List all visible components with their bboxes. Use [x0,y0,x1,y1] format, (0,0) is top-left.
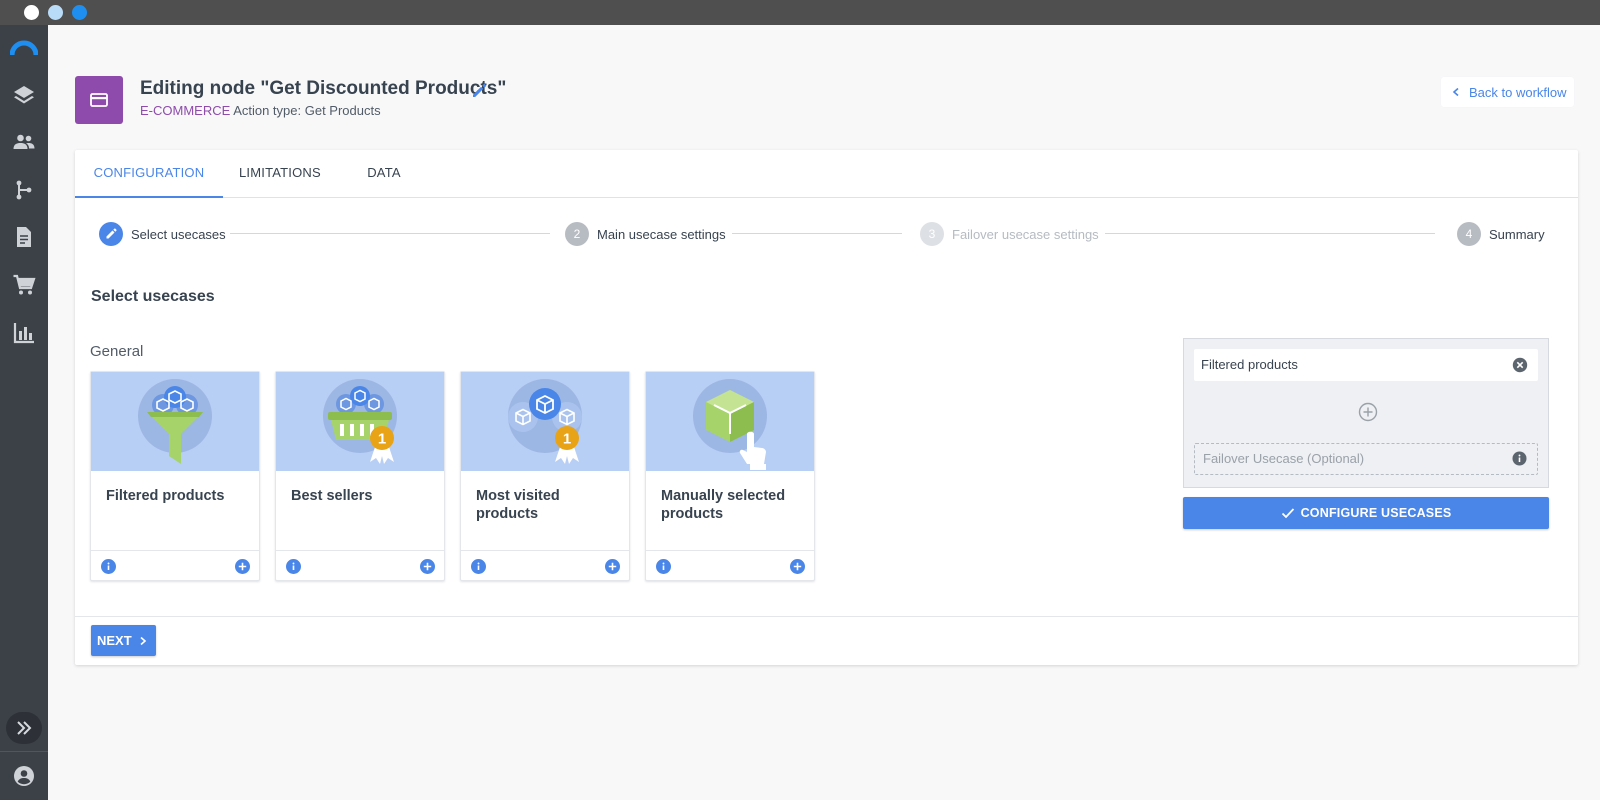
page-title: Editing node "Get Discounted Products" [140,78,507,99]
step-2-label[interactable]: Main usecase settings [597,227,726,242]
configure-usecases-button[interactable]: CONFIGURE USECASES [1183,497,1549,529]
usecase-image [91,372,259,471]
next-button[interactable]: NEXT [91,625,156,656]
tab-data[interactable]: DATA [364,150,404,198]
usecase-image: 1 [276,372,444,471]
add-usecase-icon[interactable] [790,559,805,574]
usecase-tile-footer [461,550,629,580]
usecase-name: Filtered products [106,488,225,504]
stepper-connector [1105,233,1435,234]
layers-icon[interactable] [12,83,36,107]
step-3-indicator: 3 [920,222,944,246]
window-minimize-button[interactable] [48,5,63,20]
add-usecase-icon[interactable] [235,559,250,574]
info-icon[interactable] [101,559,116,574]
selected-usecases-panel: Filtered products Failover Usecase (Opti… [1183,338,1549,488]
usecase-tile-footer [276,550,444,580]
user-account-button[interactable] [0,751,48,800]
usecase-tile-footer [646,550,814,580]
usecase-tile-most-visited-products[interactable]: 1 Most visited products [460,371,630,581]
chevron-left-icon [1452,87,1459,97]
usecase-tile-manually-selected-products[interactable]: Manually selected products [645,371,815,581]
window-close-button[interactable] [24,5,39,20]
info-icon[interactable] [1512,451,1527,466]
cubes-award-icon: 1 [508,379,582,464]
users-icon[interactable] [12,130,36,154]
node-action-type: Action type: Get Products [233,103,381,118]
pencil-icon [106,228,117,239]
sidebar [0,25,48,800]
configure-usecases-label: CONFIGURE USECASES [1300,506,1452,520]
double-chevron-right-icon [17,721,32,735]
step-3-label: Failover usecase settings [952,227,1099,242]
window-titlebar [0,0,1600,25]
chevron-right-icon [140,636,146,645]
tab-limitations[interactable]: LIMITATIONS [239,150,321,198]
selected-usecase-label: Filtered products [1201,357,1298,372]
step-1-indicator[interactable] [99,222,123,246]
usecase-tile-best-sellers[interactable]: 1 Best sellers [275,371,445,581]
brand-logo[interactable] [10,39,38,57]
failover-usecase-placeholder: Failover Usecase (Optional) [1203,451,1365,466]
window-maximize-button[interactable] [72,5,87,20]
failover-usecase-slot[interactable]: Failover Usecase (Optional) [1194,443,1538,475]
svg-text:1: 1 [563,431,571,448]
card-footer-divider [75,616,1578,617]
info-icon[interactable] [471,559,486,574]
usecase-name: Most visited products [476,488,560,522]
selected-usecase-item: Filtered products [1194,349,1538,381]
usecase-group-title: General [90,343,144,360]
basket-award-icon: 1 [323,379,397,464]
stepper-connector [230,233,550,234]
check-icon [1281,508,1294,519]
workflow-icon[interactable] [12,178,36,202]
cart-icon[interactable] [12,273,36,297]
info-icon[interactable] [286,559,301,574]
card-icon [90,93,108,107]
back-to-workflow-button[interactable]: Back to workflow [1441,77,1574,107]
usecase-name: Best sellers [291,488,373,504]
remove-circle-icon[interactable] [1512,357,1528,373]
node-subtitle: E-COMMERCE Action type: Get Products [140,103,381,118]
cube-hand-icon [693,379,767,470]
tab-bar: CONFIGURATION LIMITATIONS DATA [75,150,1578,198]
tab-configuration[interactable]: CONFIGURATION [75,150,223,198]
usecase-image: 1 [461,372,629,471]
edit-title-pencil-icon[interactable] [470,82,488,100]
add-usecase-icon[interactable] [605,559,620,574]
usecase-image [646,372,814,471]
account-icon [14,766,34,786]
svg-text:1: 1 [378,431,386,448]
usecase-tile-filtered-products[interactable]: Filtered products [90,371,260,581]
add-circle-outline-icon[interactable] [1358,402,1378,422]
section-title: Select usecases [91,288,215,305]
node-category: E-COMMERCE [140,103,231,118]
step-4-label[interactable]: Summary [1489,227,1545,242]
document-icon[interactable] [12,225,36,249]
node-type-icon [75,76,123,124]
step-4-indicator[interactable]: 4 [1457,222,1481,246]
step-2-indicator[interactable]: 2 [565,222,589,246]
info-icon[interactable] [656,559,671,574]
back-to-workflow-label: Back to workflow [1469,84,1567,100]
filter-products-icon [138,379,212,464]
add-usecase-icon[interactable] [420,559,435,574]
step-1-label[interactable]: Select usecases [131,227,226,242]
stepper-connector [732,233,902,234]
node-editor-card: CONFIGURATION LIMITATIONS DATA Select us… [75,150,1578,665]
next-label: NEXT [97,633,132,648]
analytics-icon[interactable] [12,321,36,345]
sidebar-expand-button[interactable] [6,712,42,744]
usecase-name: Manually selected products [661,488,786,522]
usecase-tile-footer [91,550,259,580]
